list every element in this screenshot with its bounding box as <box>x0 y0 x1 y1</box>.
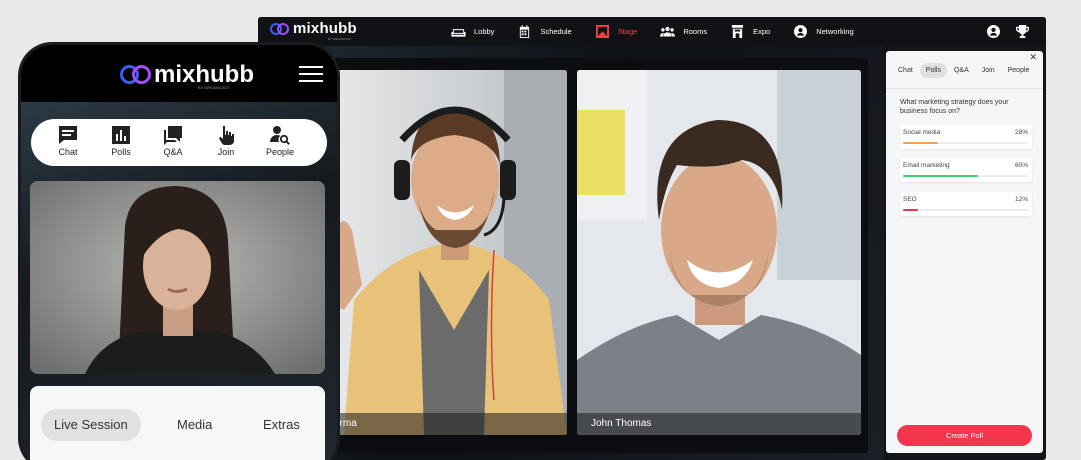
poll-option-percent: 60% <box>1014 162 1028 169</box>
user-profile-icon[interactable] <box>987 25 1000 38</box>
networking-icon <box>794 25 808 38</box>
nav-item-expo[interactable]: Expo <box>730 25 770 38</box>
poll-icon <box>112 126 130 144</box>
nav-label: Expo <box>753 27 771 36</box>
nav-item-networking[interactable]: Networking <box>793 25 854 38</box>
mobile-engagement-tabs: Chat Polls Q&A Join People <box>31 119 327 166</box>
desktop-app-window: mixhubb BY DREAMCAST Lobby Schedule Stag… <box>258 17 1046 460</box>
speaker-video-tile[interactable]: arma <box>334 70 567 435</box>
poll-progress-fill <box>903 209 918 211</box>
nav-label: Stage <box>617 27 638 36</box>
booth-icon <box>732 25 744 38</box>
tab-qa[interactable]: Q&A <box>151 125 195 157</box>
nav-label: Rooms <box>683 27 708 36</box>
tab-join[interactable]: Join <box>976 63 1001 78</box>
nav-label: Networking <box>816 27 854 36</box>
panel-tabs: Chat Polls Q&A Join People <box>892 63 1036 78</box>
speaker-video-image <box>577 70 861 435</box>
mobile-header: mixhubb BY DREAMCAST <box>21 45 337 102</box>
mobile-phone-frame: mixhubb BY DREAMCAST Chat Polls Q&A Join… <box>18 42 340 460</box>
poll-option-percent: 12% <box>1014 196 1028 203</box>
poll-option-percent: 28% <box>1014 129 1028 136</box>
sofa-icon <box>451 29 466 37</box>
nav-item-lobby[interactable]: Lobby <box>451 25 494 38</box>
people-group-icon <box>660 26 676 37</box>
tab-label: Polls <box>111 147 131 157</box>
poll-option-label: Social media <box>903 129 941 136</box>
tab-label: Chat <box>58 147 78 157</box>
stage-area: arma John Thomas <box>258 46 884 460</box>
trophy-icon[interactable] <box>1016 25 1029 38</box>
tab-live-session[interactable]: Live Session <box>41 409 141 441</box>
poll-option[interactable]: Social media 28% <box>900 125 1032 149</box>
logo-rings-icon <box>270 23 290 35</box>
stage-icon <box>595 25 609 38</box>
tab-chat[interactable]: Chat <box>46 125 90 157</box>
top-right-actions <box>971 25 1029 38</box>
create-poll-button[interactable]: Create Poll <box>897 425 1032 446</box>
poll-progress-track <box>903 209 1028 211</box>
poll-option-label: SEO <box>903 196 917 203</box>
mobile-bottom-tabs: Live Session Media Extras <box>30 386 325 460</box>
tab-label: Join <box>217 147 235 157</box>
close-icon[interactable]: ✕ <box>1029 52 1037 63</box>
poll-progress-track <box>903 142 1028 144</box>
mixhubb-logo[interactable]: mixhubb BY DREAMCAST <box>270 20 357 41</box>
nav-item-stage[interactable]: Stage <box>595 25 638 38</box>
tab-label: Q&A <box>163 147 183 157</box>
speaker-video-tile[interactable]: John Thomas <box>577 70 861 435</box>
panel-divider <box>886 88 1043 89</box>
poll-option[interactable]: SEO 12% <box>900 192 1032 216</box>
tab-label: People <box>265 147 295 157</box>
tab-people[interactable]: People <box>258 125 302 157</box>
speaker-name-label: John Thomas <box>577 413 861 435</box>
speaker-video-image <box>334 70 567 435</box>
speaker-name-label: arma <box>334 413 567 435</box>
tab-polls[interactable]: Polls <box>919 63 947 78</box>
poll-progress-track <box>903 175 1028 177</box>
hand-pointer-icon <box>219 126 234 145</box>
poll-progress-fill <box>903 175 978 177</box>
logo-wordmark: mixhubb <box>293 20 357 37</box>
poll-progress-fill <box>903 142 938 144</box>
mobile-speaker-video[interactable] <box>30 181 325 374</box>
tab-extras[interactable]: Extras <box>263 409 300 441</box>
nav-label: Schedule <box>540 27 572 36</box>
main-nav: Lobby Schedule Stage Rooms Expo Networki… <box>451 17 877 46</box>
mixhubb-logo[interactable]: mixhubb BY DREAMCAST <box>120 61 254 90</box>
chat-icon <box>59 126 77 144</box>
tab-join[interactable]: Join <box>204 125 248 157</box>
logo-tagline: BY DREAMCAST <box>328 37 352 41</box>
poll-option[interactable]: Email marketing 60% <box>900 158 1032 182</box>
speaker-video-image <box>30 181 325 374</box>
tab-media[interactable]: Media <box>177 409 212 441</box>
tab-polls[interactable]: Polls <box>99 125 143 157</box>
calendar-icon <box>520 25 530 38</box>
engagement-side-panel: ✕ Chat Polls Q&A Join People What market… <box>886 51 1043 453</box>
tab-qa[interactable]: Q&A <box>948 63 975 78</box>
hamburger-menu-icon[interactable] <box>299 66 323 83</box>
mobile-screen: mixhubb BY DREAMCAST Chat Polls Q&A Join… <box>21 45 337 460</box>
poll-question: What marketing strategy does your busine… <box>900 99 1009 115</box>
tab-people[interactable]: People <box>1002 63 1036 78</box>
tab-chat[interactable]: Chat <box>892 63 919 78</box>
qa-icon <box>164 126 182 145</box>
nav-label: Lobby <box>474 27 495 36</box>
logo-tagline: BY DREAMCAST <box>198 85 230 90</box>
people-search-icon <box>270 126 290 145</box>
logo-rings-icon <box>120 65 151 85</box>
nav-item-rooms[interactable]: Rooms <box>660 25 707 38</box>
poll-option-label: Email marketing <box>903 162 950 169</box>
top-navigation-bar: mixhubb BY DREAMCAST Lobby Schedule Stag… <box>258 17 1046 46</box>
nav-item-schedule[interactable]: Schedule <box>517 25 572 38</box>
